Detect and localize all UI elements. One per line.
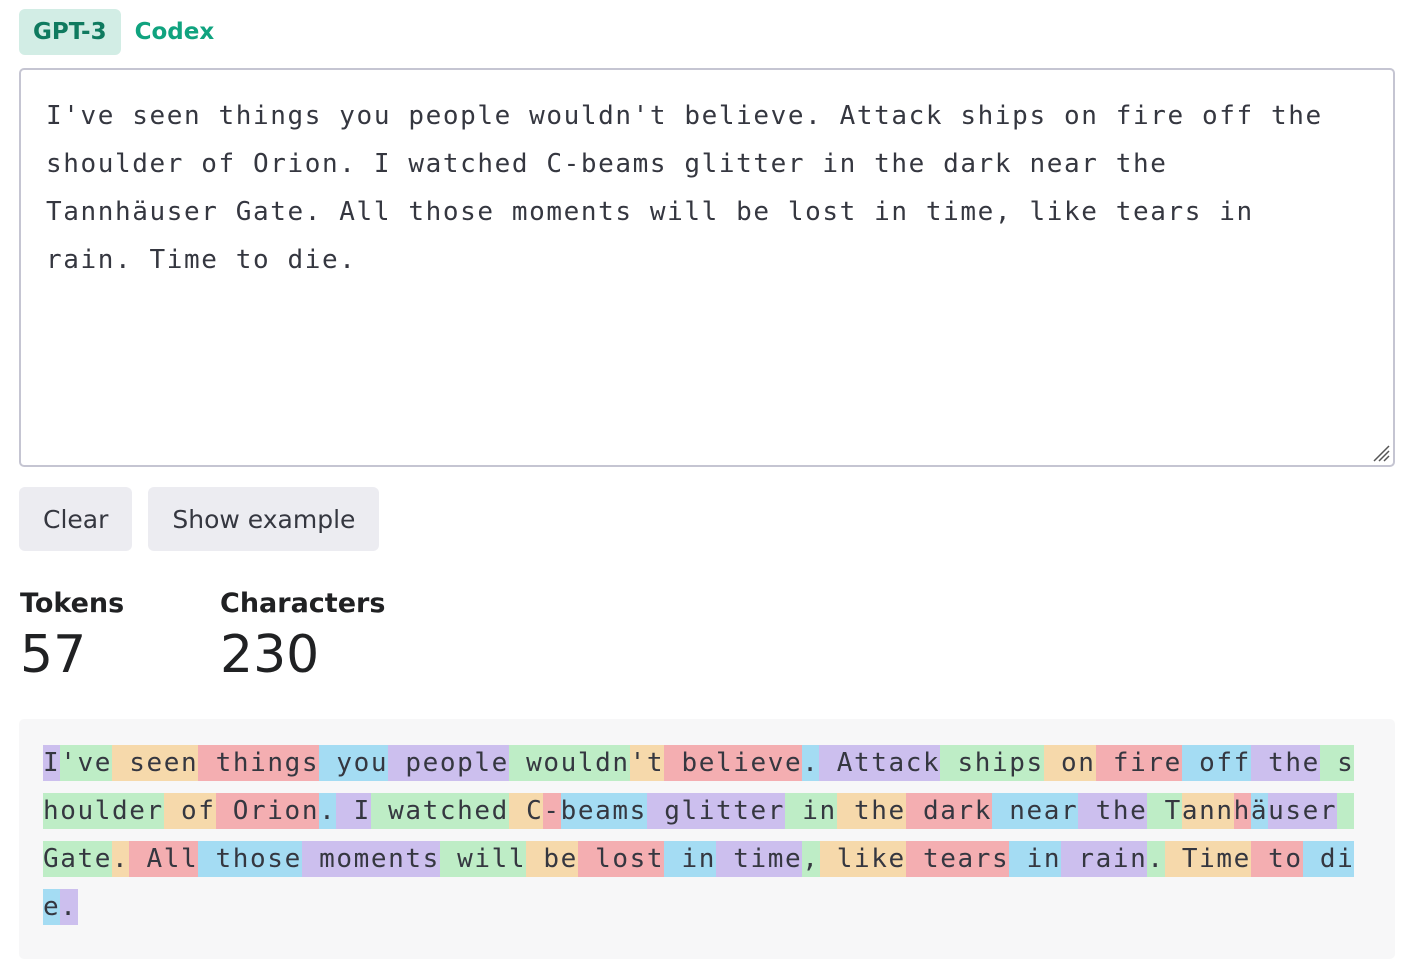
action-buttons: Clear Show example [19, 487, 380, 551]
token: 't [629, 745, 665, 781]
token: All [129, 841, 199, 877]
token: to [1250, 841, 1303, 877]
clear-button[interactable]: Clear [19, 487, 133, 551]
token: the [836, 793, 906, 829]
token: in [1009, 841, 1062, 877]
tab-gpt3[interactable]: GPT-3 [19, 9, 121, 55]
tokens-count: 57 [20, 625, 87, 685]
token: watched [370, 793, 509, 829]
token: moments [301, 841, 440, 877]
tab-codex[interactable]: Codex [121, 9, 229, 55]
token: things [198, 745, 320, 781]
token: off [1181, 745, 1251, 781]
token: the [1250, 745, 1320, 781]
token: . [60, 889, 78, 925]
token-visualization-panel: I've seen things you people wouldn't bel… [19, 719, 1395, 959]
token: rain [1061, 841, 1148, 877]
token: in [784, 793, 837, 829]
token: lost [577, 841, 665, 877]
token: seen [112, 745, 199, 781]
characters-count: 230 [220, 625, 320, 685]
token: fire [1095, 745, 1182, 781]
token: . [1147, 841, 1165, 877]
token: ä [1250, 793, 1269, 829]
token: people [388, 745, 509, 781]
token: near [992, 793, 1079, 829]
token: Time [1164, 841, 1251, 877]
token: I [336, 793, 371, 829]
tokenized-text: I've seen things you people wouldn't bel… [43, 739, 1363, 931]
token: , [802, 841, 820, 877]
characters-stat: Characters 230 [220, 588, 385, 683]
text-input[interactable]: I've seen things you people wouldn't bel… [46, 92, 1333, 284]
token: wouldn [508, 745, 630, 781]
token: the [1078, 793, 1148, 829]
token: glitter [646, 793, 785, 829]
token: . [802, 745, 820, 781]
token: 've [60, 745, 113, 781]
token: of [163, 793, 216, 829]
tokens-stat: Tokens 57 [20, 588, 124, 683]
token: I [43, 745, 61, 781]
token: tears [905, 841, 1010, 877]
token: in [664, 841, 716, 877]
token: you [319, 745, 389, 781]
token: ann [1181, 793, 1234, 829]
token: . [112, 841, 130, 877]
characters-label: Characters [220, 588, 386, 619]
token: like [819, 841, 906, 877]
token: Attack [819, 745, 941, 781]
token: dark [905, 793, 993, 829]
token: will [439, 841, 527, 877]
token: C [508, 793, 544, 829]
token: ships [940, 745, 1044, 781]
token: on [1043, 745, 1096, 781]
token: user [1268, 793, 1338, 829]
token: . [319, 793, 337, 829]
tokens-label: Tokens [20, 588, 125, 619]
token: those [198, 841, 302, 877]
token: be [526, 841, 578, 877]
resize-handle-icon[interactable] [1370, 442, 1390, 462]
token: Orion [215, 793, 320, 829]
token: believe [664, 745, 803, 781]
token: beams [560, 793, 647, 829]
show-example-button[interactable]: Show example [148, 487, 380, 551]
token: time [715, 841, 803, 877]
token: T [1147, 793, 1182, 829]
token: h [1233, 793, 1251, 829]
token: - [543, 793, 561, 829]
model-tabs: GPT-3 Codex [19, 9, 228, 55]
text-input-box[interactable]: I've seen things you people wouldn't bel… [19, 68, 1395, 467]
